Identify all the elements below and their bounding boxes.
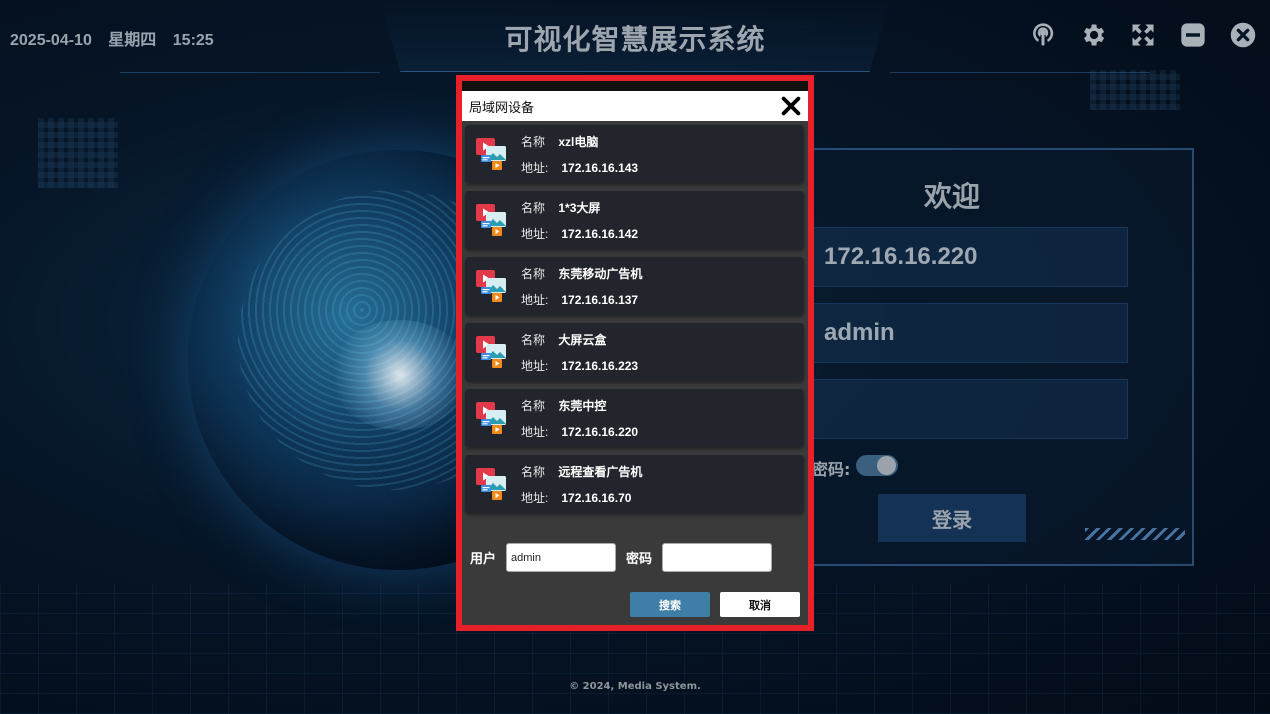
media-device-icon <box>476 336 506 368</box>
device-list: 名称 xzl电脑 地址: 172.16.16.143 名称 1*3大屏 地址: … <box>462 121 808 513</box>
podcast-icon[interactable] <box>1028 20 1058 50</box>
device-name-key: 名称 <box>521 134 546 149</box>
device-address-row: 地址: 172.16.16.70 <box>521 489 642 506</box>
media-device-icon <box>476 138 506 170</box>
device-address: 172.16.16.70 <box>561 490 632 505</box>
dialog-header: 局域网设备 <box>462 91 808 121</box>
lan-device-dialog: 局域网设备 名称 xzl电脑 地址: 172.16.16.143 名称 1*3大… <box>456 75 814 631</box>
media-device-icon <box>476 204 506 236</box>
background-dots <box>1090 70 1180 110</box>
device-address: 172.16.16.143 <box>561 160 639 175</box>
device-address-key: 地址: <box>521 424 549 439</box>
device-address-key: 地址: <box>521 358 549 373</box>
device-item[interactable]: 名称 大屏云盒 地址: 172.16.16.223 <box>465 323 804 381</box>
device-address-key: 地址: <box>521 292 549 307</box>
user-input[interactable] <box>506 543 617 572</box>
device-info: 名称 东莞移动广告机 地址: 172.16.16.137 <box>521 265 642 308</box>
device-info: 名称 大屏云盒 地址: 172.16.16.223 <box>521 331 638 374</box>
device-address: 172.16.16.223 <box>561 358 639 373</box>
device-address: 172.16.16.220 <box>561 424 639 439</box>
decor-stripes <box>1085 528 1185 540</box>
device-name: 远程查看广告机 <box>558 464 643 479</box>
device-name-key: 名称 <box>521 398 546 413</box>
device-address-row: 地址: 172.16.16.223 <box>521 357 638 374</box>
window-controls <box>1028 20 1258 50</box>
dialog-buttons: 搜索 取消 <box>630 592 800 617</box>
device-name: 东莞中控 <box>558 398 607 413</box>
device-item[interactable]: 名称 远程查看广告机 地址: 172.16.16.70 <box>465 455 804 513</box>
dialog-close-icon[interactable] <box>780 95 802 117</box>
username-field[interactable]: admin <box>810 303 1128 363</box>
device-name-row: 名称 远程查看广告机 <box>521 463 642 480</box>
device-address-key: 地址: <box>521 226 549 241</box>
device-address-key: 地址: <box>521 490 549 505</box>
copyright: © 2024, Media System. <box>569 681 701 692</box>
credentials-row: 用户 密码 <box>470 543 782 572</box>
header-line <box>120 72 380 73</box>
background-glow <box>330 320 470 430</box>
device-info: 名称 东莞中控 地址: 172.16.16.220 <box>521 397 638 440</box>
media-device-icon <box>476 270 506 302</box>
remember-password-toggle[interactable] <box>856 455 898 476</box>
dialog-title: 局域网设备 <box>469 99 535 115</box>
header-line <box>890 72 1150 73</box>
remember-password-label: 密码: <box>812 460 851 479</box>
device-address-row: 地址: 172.16.16.143 <box>521 159 638 176</box>
device-address-row: 地址: 172.16.16.137 <box>521 291 642 308</box>
device-name-key: 名称 <box>521 332 546 347</box>
user-label: 用户 <box>470 552 497 567</box>
device-address-row: 地址: 172.16.16.142 <box>521 225 638 242</box>
search-button[interactable]: 搜索 <box>630 592 710 617</box>
device-info: 名称 xzl电脑 地址: 172.16.16.143 <box>521 133 638 176</box>
device-item[interactable]: 名称 xzl电脑 地址: 172.16.16.143 <box>465 125 804 183</box>
device-name: 大屏云盒 <box>558 332 607 347</box>
device-item[interactable]: 名称 东莞移动广告机 地址: 172.16.16.137 <box>465 257 804 315</box>
device-name: 东莞移动广告机 <box>558 266 643 281</box>
gear-icon[interactable] <box>1078 20 1108 50</box>
device-info: 名称 远程查看广告机 地址: 172.16.16.70 <box>521 463 642 506</box>
device-address-row: 地址: 172.16.16.220 <box>521 423 638 440</box>
minimize-icon[interactable] <box>1178 20 1208 50</box>
close-icon[interactable] <box>1228 20 1258 50</box>
device-name-row: 名称 xzl电脑 <box>521 133 638 150</box>
device-name-key: 名称 <box>521 266 546 281</box>
password-label: 密码 <box>626 552 653 567</box>
device-name-row: 名称 东莞移动广告机 <box>521 265 642 282</box>
device-name: xzl电脑 <box>558 134 599 149</box>
device-name-row: 名称 大屏云盒 <box>521 331 638 348</box>
device-item[interactable]: 名称 东莞中控 地址: 172.16.16.220 <box>465 389 804 447</box>
device-info: 名称 1*3大屏 地址: 172.16.16.142 <box>521 199 638 242</box>
password-input[interactable] <box>662 543 773 572</box>
login-button[interactable]: 登录 <box>878 494 1026 542</box>
fullscreen-icon[interactable] <box>1128 20 1158 50</box>
media-device-icon <box>476 468 506 500</box>
device-item[interactable]: 名称 1*3大屏 地址: 172.16.16.142 <box>465 191 804 249</box>
media-device-icon <box>476 402 506 434</box>
device-name-key: 名称 <box>521 200 546 215</box>
background-dots <box>38 118 118 188</box>
device-name-row: 名称 1*3大屏 <box>521 199 638 216</box>
server-field[interactable]: 172.16.16.220 <box>810 227 1128 287</box>
device-name-row: 名称 东莞中控 <box>521 397 638 414</box>
device-name-key: 名称 <box>521 464 546 479</box>
device-address: 172.16.16.142 <box>561 226 639 241</box>
cancel-button[interactable]: 取消 <box>720 592 800 617</box>
login-title: 欢迎 <box>923 181 980 212</box>
device-address-key: 地址: <box>521 160 549 175</box>
device-address: 172.16.16.137 <box>561 292 639 307</box>
password-field[interactable] <box>810 379 1128 439</box>
device-name: 1*3大屏 <box>558 200 601 215</box>
dialog-top-strip <box>462 81 808 91</box>
